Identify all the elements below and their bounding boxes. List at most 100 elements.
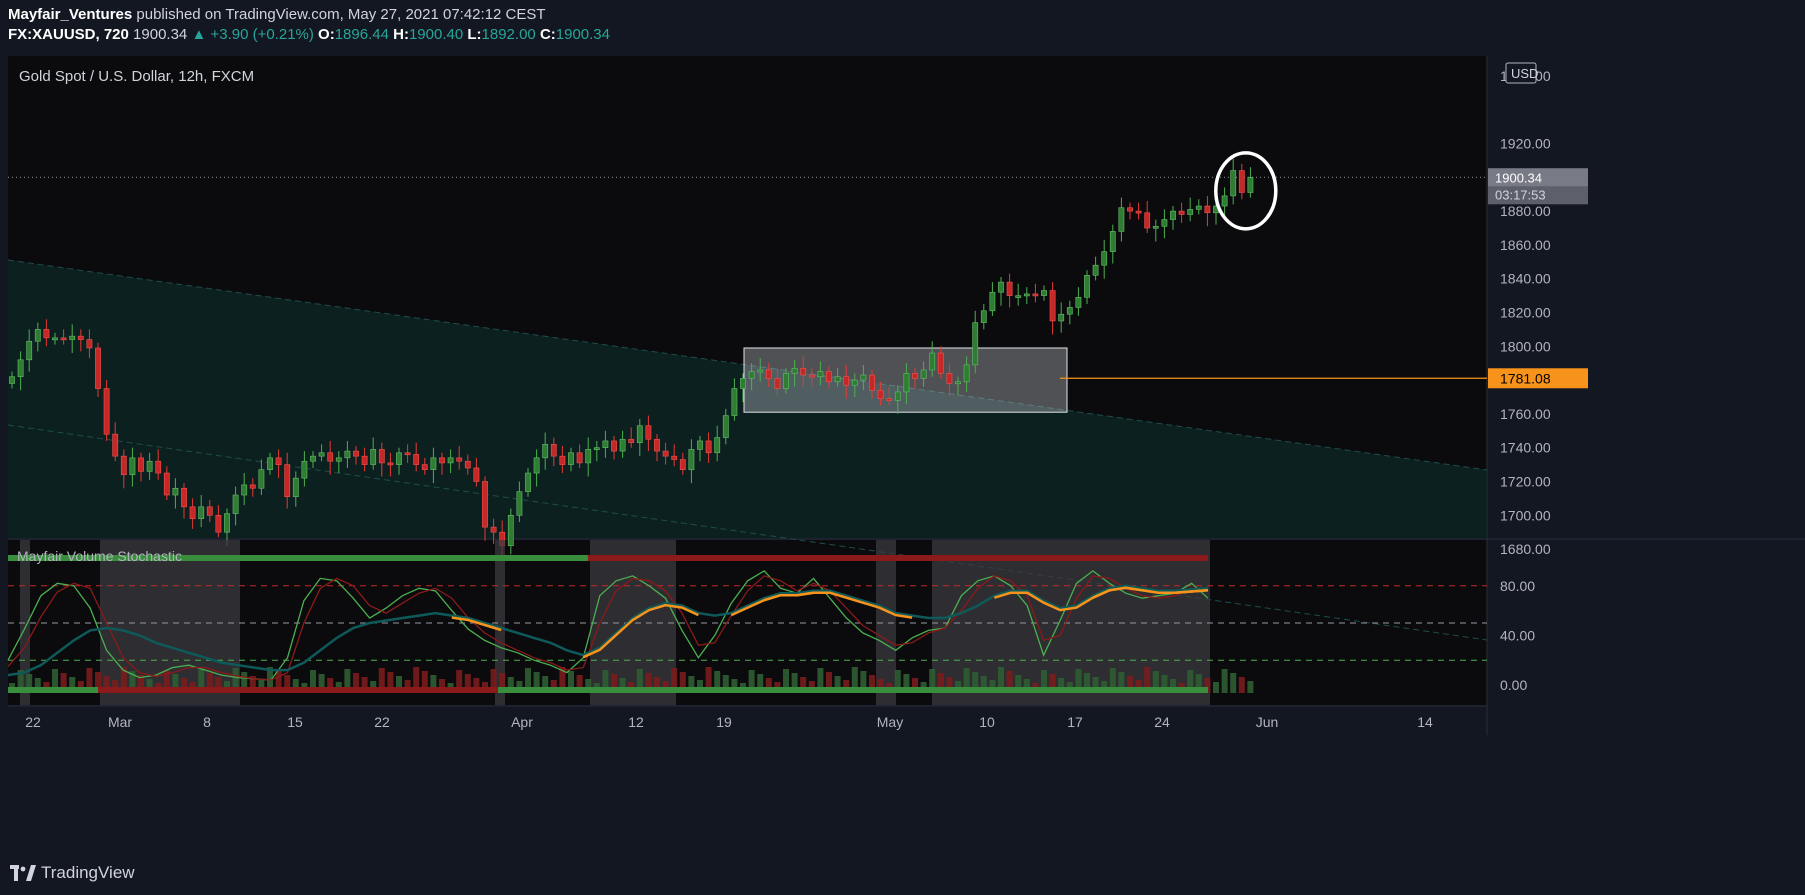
candle-up: [232, 494, 239, 514]
candle-down: [886, 398, 893, 401]
candle-up: [1187, 209, 1194, 215]
candle-down: [103, 388, 110, 435]
candle-down: [550, 444, 557, 457]
candle-up: [1092, 264, 1099, 276]
candle-down: [654, 438, 660, 452]
time-tick-label: Mar: [108, 714, 132, 730]
candle-up: [1041, 290, 1047, 296]
candle-down: [611, 440, 617, 452]
candle-up: [1230, 170, 1237, 197]
time-tick-label: 8: [203, 714, 211, 730]
candle-down: [361, 455, 368, 465]
candle-down: [120, 455, 127, 476]
candle-down: [404, 452, 411, 456]
footer: TradingView: [0, 855, 1805, 895]
candle-up: [1101, 251, 1108, 266]
candle-up: [697, 440, 703, 450]
candle-up: [817, 371, 824, 378]
main-chart-title: Gold Spot / U.S. Dollar, 12h, FXCM: [19, 68, 254, 85]
candle-down: [1135, 210, 1142, 214]
candle-up: [52, 337, 58, 341]
candle-up: [929, 352, 936, 371]
currency-label: USD: [1511, 66, 1538, 81]
candle-up: [292, 477, 299, 498]
candle-down: [206, 506, 213, 516]
candle-down: [464, 460, 471, 469]
time-tick-label: 24: [1154, 714, 1170, 730]
candle-up: [396, 452, 402, 465]
candle-up: [593, 447, 600, 451]
candle-up: [714, 437, 721, 454]
candle-down: [1032, 293, 1039, 297]
candle-up: [989, 291, 996, 312]
candle-down: [576, 452, 583, 464]
candle-up: [34, 329, 41, 342]
price-tick-label: 1880.00: [1500, 203, 1551, 219]
candle-down: [679, 459, 686, 470]
candle-up: [172, 487, 179, 496]
tradingview-logo[interactable]: TradingView: [10, 863, 135, 883]
candle-up: [1170, 210, 1176, 220]
candle-up: [920, 369, 927, 379]
candle-down: [189, 506, 196, 519]
time-tick-label: Jun: [1256, 714, 1279, 730]
price-tick-label: 1800.00: [1500, 338, 1551, 354]
time-tick-label: Apr: [511, 714, 533, 730]
candle-up: [903, 373, 910, 393]
time-tick-label: May: [877, 714, 903, 730]
candle-up: [722, 415, 729, 438]
candle-up: [9, 376, 15, 384]
candle-down: [912, 373, 918, 379]
time-tick-label: 22: [374, 714, 390, 730]
candle-up: [1066, 307, 1073, 315]
candle-down: [439, 457, 445, 464]
price-tick-label: 1680.00: [1500, 541, 1551, 557]
indicator-tick-label: 40.00: [1500, 627, 1535, 643]
candle-up: [69, 335, 76, 340]
candle-down: [421, 464, 428, 470]
candle-down: [43, 329, 50, 339]
candle-down: [163, 472, 170, 496]
candle-up: [198, 506, 205, 519]
candle-up: [430, 457, 437, 470]
candle-up: [310, 455, 316, 462]
candle-up: [998, 281, 1004, 293]
candle-up: [447, 457, 454, 464]
candle-down: [1127, 207, 1133, 212]
candle-down: [490, 526, 497, 533]
candle-down: [473, 467, 480, 482]
candle-down: [826, 371, 832, 383]
candle-down: [671, 455, 678, 460]
time-tick-label: 12: [628, 714, 644, 730]
state-bar-bottom: [98, 687, 498, 693]
candle-down: [1238, 170, 1245, 193]
candle-up: [1058, 313, 1065, 322]
last-price-label: 1900.34: [1495, 170, 1542, 185]
candle-up: [1161, 219, 1168, 227]
price-tick-label: 1720.00: [1500, 474, 1551, 490]
candle-up: [757, 369, 764, 373]
candle-up: [344, 450, 351, 459]
candle-up: [370, 449, 377, 465]
candle-up: [740, 378, 746, 389]
candle-up: [1221, 195, 1228, 207]
candle-up: [17, 359, 24, 378]
candle-up: [619, 438, 626, 452]
candle-down: [327, 452, 334, 462]
candle-up: [525, 472, 531, 492]
chart-canvas[interactable]: Gold Spot / U.S. Dollar, 12h, FXCM1960.0…: [0, 0, 1805, 855]
candle-down: [843, 376, 850, 386]
candle-down: [77, 335, 84, 340]
candle-down: [869, 374, 875, 391]
candle-up: [26, 340, 33, 361]
candle-up: [894, 391, 901, 401]
state-bar-bottom: [8, 687, 98, 693]
candle-down: [413, 454, 420, 465]
candle-down: [808, 374, 815, 378]
candle-down: [249, 484, 256, 489]
candle-up: [542, 444, 549, 459]
candle-down: [1006, 281, 1013, 296]
candle-up: [783, 373, 789, 389]
indicator-tick-label: 80.00: [1500, 578, 1535, 594]
candle-down: [215, 514, 222, 533]
